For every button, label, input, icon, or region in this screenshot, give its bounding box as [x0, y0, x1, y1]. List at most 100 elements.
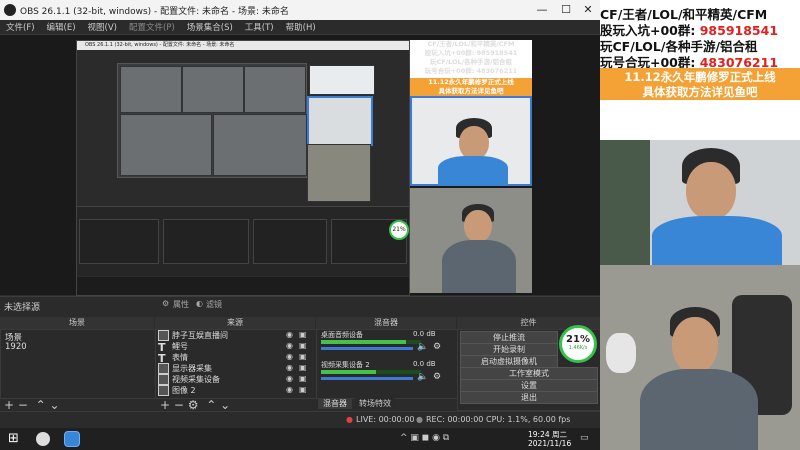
- obs-taskbar-icon[interactable]: [36, 432, 50, 446]
- source-item-6[interactable]: 图像 2 ◉ ▣: [158, 385, 308, 396]
- maximize-button[interactable]: ☐: [556, 3, 576, 16]
- minimize-button[interactable]: —: [532, 3, 552, 16]
- preview-banner-line1: CF/王者/LOL/和平精英/CFM: [427, 40, 515, 48]
- plant-background: [600, 140, 650, 265]
- mixer-track1-slider[interactable]: [321, 347, 413, 350]
- close-button[interactable]: ✕: [578, 3, 598, 16]
- preview-banner-line2: 股玩入坑+00群: 985918541: [424, 49, 518, 57]
- lock-icon[interactable]: ▣: [299, 363, 307, 372]
- source-label: 显示器采集: [172, 364, 212, 373]
- notification-icon[interactable]: ▭: [580, 433, 589, 443]
- source-item-4[interactable]: 显示器采集 ◉ ▣: [158, 363, 308, 374]
- source-item-2[interactable]: T 鲤号 ◉ ▣: [158, 341, 308, 354]
- nested-taskbar: [77, 277, 409, 295]
- nested-obs-preview: OBS 26.1.1 (32-bit, windows) - 配置文件: 未命名…: [76, 40, 410, 296]
- gear-icon[interactable]: ⚙: [433, 342, 441, 352]
- preview-webcam-bottom: [410, 188, 532, 293]
- move-down-icon[interactable]: ⌄: [220, 398, 230, 412]
- lock-icon[interactable]: ▣: [299, 330, 307, 339]
- windows-start-icon[interactable]: ⊞: [8, 431, 19, 446]
- gear-icon[interactable]: ⚙: [188, 398, 199, 412]
- add-source-button[interactable]: +: [160, 398, 170, 412]
- mixer-track2-db: 0.0 dB: [413, 360, 436, 368]
- preview-promo: 11.12永久年鹏修罗正式上线 具体获取方法详见鱼吧: [410, 78, 532, 96]
- eye-icon[interactable]: ◉: [286, 363, 293, 372]
- exit-button[interactable]: 退出: [460, 391, 598, 404]
- add-scene-button[interactable]: +: [4, 398, 14, 412]
- eye-icon[interactable]: ◉: [286, 341, 293, 350]
- overlay-promo-line1: 11.12永久年鹏修罗正式上线: [624, 70, 776, 84]
- nested-canvas: [117, 63, 307, 178]
- nested-bitrate-gauge: 21%: [389, 220, 409, 240]
- webcam-bottom: [600, 265, 800, 450]
- speaker-icon[interactable]: 🔈: [417, 342, 428, 352]
- rec-time: REC: 00:00:00: [426, 415, 484, 424]
- mixer-track1-meter: [321, 340, 421, 344]
- image-source-icon: [158, 385, 169, 396]
- gauge-value: 21%: [566, 334, 590, 345]
- source-item-3[interactable]: T 表情 ◉ ▣: [158, 352, 308, 365]
- source-info-row: 未选择源 ⚙ 属性 ◐ 滤镜: [0, 296, 600, 313]
- lock-icon[interactable]: ▣: [299, 352, 307, 361]
- eye-icon[interactable]: ◉: [286, 330, 293, 339]
- overlay-promo: 11.12永久年鹏修罗正式上线 具体获取方法详见鱼吧: [600, 68, 800, 100]
- menu-bar: 文件(F) 编辑(E) 视图(V) 配置文件(P) 场景集合(S) 工具(T) 帮助(H): [0, 20, 600, 35]
- menu-edit[interactable]: 编辑(E): [41, 20, 82, 34]
- menu-scene-collection[interactable]: 场景集合(S): [181, 20, 239, 34]
- mixer-track1-name: 桌面音频设备: [321, 331, 363, 339]
- eye-icon[interactable]: ◉: [286, 352, 293, 361]
- lock-icon[interactable]: ▣: [299, 341, 307, 350]
- monitor-source-icon: [158, 363, 169, 374]
- title-bar: OBS 26.1.1 (32-bit, windows) - 配置文件: 未命名…: [0, 0, 600, 20]
- move-up-icon[interactable]: ⌃: [206, 398, 216, 412]
- webcam-top: [600, 140, 800, 265]
- source-item-5[interactable]: 视频采集设备 ◉ ▣: [158, 374, 308, 385]
- menu-help[interactable]: 帮助(H): [280, 20, 322, 34]
- source-label: 鲤号: [172, 342, 188, 351]
- scenes-toolbar: + − ⌃ ⌄: [4, 398, 60, 412]
- obs-logo-icon: [4, 4, 16, 16]
- gear-icon[interactable]: ⚙: [162, 299, 169, 308]
- source-item-1[interactable]: 脖子互娱直播间 ◉ ▣: [158, 330, 308, 341]
- clock-date[interactable]: 2021/11/16: [528, 439, 571, 448]
- window-title: OBS 26.1.1 (32-bit, windows) - 配置文件: 未命名…: [20, 7, 289, 17]
- source-label: 表情: [172, 353, 188, 362]
- obs-window: OBS 26.1.1 (32-bit, windows) - 配置文件: 未命名…: [0, 0, 602, 428]
- status-bar: ● LIVE: 00:00:00 ● REC: 00:00:00 CPU: 1.…: [0, 411, 600, 427]
- filter-icon[interactable]: ◐: [196, 299, 203, 308]
- mixer-track2-meter: [321, 370, 421, 374]
- speaker-icon[interactable]: 🔈: [417, 372, 428, 382]
- tray-icons[interactable]: ^ ▣ ◼ ◉ ⧉: [400, 433, 449, 443]
- preview-banner-line4: 玩号合玩+00群: 483076211: [424, 67, 518, 75]
- eye-icon[interactable]: ◉: [286, 385, 293, 394]
- lock-icon[interactable]: ▣: [299, 385, 307, 394]
- tab-mixer[interactable]: 混音器: [318, 398, 352, 409]
- remove-scene-button[interactable]: −: [18, 398, 28, 412]
- lock-icon[interactable]: ▣: [299, 374, 307, 383]
- menu-view[interactable]: 视图(V): [82, 20, 123, 34]
- menu-file[interactable]: 文件(F): [0, 20, 41, 34]
- nested-title: OBS 26.1.1 (32-bit, windows) - 配置文件: 未命名…: [77, 41, 409, 50]
- properties-button[interactable]: 属性: [173, 299, 189, 310]
- mixer-track2-slider[interactable]: [321, 377, 413, 380]
- eye-icon[interactable]: ◉: [286, 374, 293, 383]
- preview-webcam-top: [410, 96, 532, 186]
- move-down-icon[interactable]: ⌄: [49, 398, 59, 412]
- plush-toy: [606, 333, 636, 373]
- gear-icon[interactable]: ⚙: [433, 372, 441, 382]
- app-taskbar-icon[interactable]: [64, 431, 80, 447]
- move-up-icon[interactable]: ⌃: [36, 398, 46, 412]
- gauge-subvalue: 1.46K/s: [568, 345, 588, 351]
- image-source-icon: [158, 330, 169, 341]
- menu-tools[interactable]: 工具(T): [239, 20, 280, 34]
- source-label: 图像 2: [172, 386, 196, 395]
- scene-item-2[interactable]: 1920: [5, 342, 27, 352]
- overlay-promo-line2: 具体获取方法详见鱼吧: [642, 85, 758, 99]
- remove-source-button[interactable]: −: [174, 398, 184, 412]
- preview-banner: CF/王者/LOL/和平精英/CFM 股玩入坑+00群: 985918541 玩…: [410, 40, 532, 78]
- filters-button[interactable]: 滤镜: [206, 299, 222, 310]
- taskbar: ⊞ ^ ▣ ◼ ◉ ⧉ 19:24 周二 2021/11/16 ▭: [0, 428, 600, 450]
- menu-profile[interactable]: 配置文件(P): [123, 20, 181, 34]
- tab-transitions[interactable]: 转场特效: [355, 398, 395, 409]
- live-icon: ●: [346, 415, 353, 424]
